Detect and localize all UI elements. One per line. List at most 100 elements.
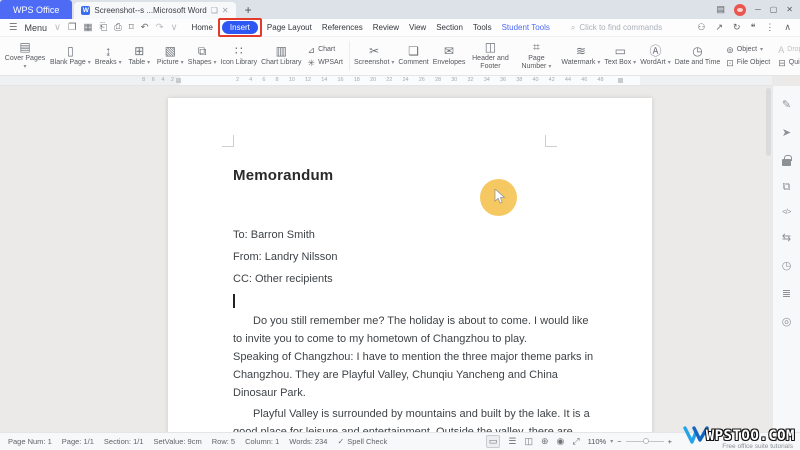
invite-user-icon[interactable]: ⚇ <box>697 22 705 33</box>
wpsart-button[interactable]: ✳WPSArt <box>308 59 343 67</box>
open-file-icon[interactable]: ❐ <box>68 22 77 33</box>
body-line: Speaking of Changzhou: I have to mention… <box>233 348 610 366</box>
code-icon[interactable]: </> <box>782 209 791 216</box>
print-icon[interactable]: ⎙ <box>114 22 122 33</box>
shapes-icon: ⧉ <box>198 45 207 58</box>
wps-office-button[interactable]: WPS Office <box>0 0 72 19</box>
zoom-level[interactable]: 110% <box>588 437 607 446</box>
icon-library-button[interactable]: ∷ Icon Library <box>219 45 260 67</box>
web-view-button[interactable]: ⊕ <box>541 436 549 447</box>
close-button[interactable]: ✕ <box>786 5 793 14</box>
comment-button[interactable]: ❏ Comment <box>396 45 430 67</box>
horizontal-ruler[interactable]: 8 6 4 2 2 4 6 8 10 12 14 16 18 20 22 24 … <box>0 76 772 86</box>
tab-student-tools[interactable]: Student Tools <box>497 21 555 34</box>
doc-tab-panel-icon[interactable]: ❏ <box>211 6 218 15</box>
wordart-icon: Ⓐ <box>649 45 661 58</box>
save-icon[interactable]: ▦ <box>84 22 93 33</box>
export-icon[interactable]: ⎗ <box>100 22 108 33</box>
screenshot-button[interactable]: ✂ Screenshot ▾ <box>352 45 396 67</box>
minimize-button[interactable]: ─ <box>755 5 761 14</box>
tab-review[interactable]: Review <box>368 21 404 34</box>
date-time-button[interactable]: ◷ Date and Time <box>673 45 723 67</box>
feedback-icon[interactable]: ❝ <box>751 22 756 33</box>
more-options-icon[interactable]: ⋮ <box>765 22 774 33</box>
command-search[interactable]: ⌕ Click to find commands <box>571 23 662 33</box>
left-indent-marker[interactable] <box>176 78 181 83</box>
page-number-button[interactable]: ⌗ Page Number ▾ <box>513 41 559 71</box>
avatar[interactable] <box>734 4 746 16</box>
object-button[interactable]: ⊚Object ▾ <box>726 46 770 54</box>
spell-check-button[interactable]: ✓ Spell Check <box>337 437 387 446</box>
body-line: Playful Valley is surrounded by mountain… <box>233 405 610 423</box>
icon-library-icon: ∷ <box>235 45 243 58</box>
profile-card-icon[interactable]: ▤ <box>717 4 726 15</box>
navigation-pane-icon[interactable]: ≣ <box>782 287 791 300</box>
document-tab[interactable]: W Screenshot--s ...Microsoft Word ❏ ✕ <box>74 2 235 19</box>
right-indent-marker[interactable] <box>618 78 623 83</box>
redo-icon[interactable]: ↷ <box>156 22 164 33</box>
zoom-slider[interactable] <box>626 441 664 442</box>
tune-icon[interactable]: ⇆ <box>782 231 791 244</box>
new-tab-button[interactable]: + <box>245 3 252 17</box>
maximize-button[interactable]: ▢ <box>770 5 778 14</box>
tab-page-layout[interactable]: Page Layout <box>262 21 317 34</box>
picture-button[interactable]: ▧ Picture ▾ <box>155 45 186 67</box>
zoom-slider-knob[interactable] <box>643 438 649 444</box>
envelopes-button[interactable]: ✉ Envelopes <box>431 45 468 67</box>
table-button[interactable]: ⊞ Table ▾ <box>124 45 155 67</box>
history-clock-icon[interactable]: ◷ <box>782 259 792 272</box>
page-view-button[interactable]: ▭ <box>486 435 501 448</box>
vertical-scrollbar[interactable] <box>766 88 771 156</box>
print-preview-icon[interactable]: ⌑ <box>129 22 134 33</box>
globe-icon[interactable]: ◎ <box>782 315 792 328</box>
zoom-out-button[interactable]: − <box>617 437 621 446</box>
watermark-button[interactable]: ≋ Watermark ▾ <box>559 45 602 67</box>
eye-protection-button[interactable]: ◉ <box>557 436 565 447</box>
tab-tools[interactable]: Tools <box>468 21 497 34</box>
stamp-icon[interactable]: ⧉ <box>783 181 791 194</box>
quick-parts-button[interactable]: ⊟Quick Parts ▾ <box>778 59 800 67</box>
tab-insert[interactable]: Insert <box>222 21 258 34</box>
undo-icon[interactable]: ↶ <box>141 22 149 33</box>
document-tab-title: Screenshot--s ...Microsoft Word <box>94 6 206 15</box>
file-object-button[interactable]: ⊡File Object <box>726 59 770 67</box>
breaks-button[interactable]: ↨ Breaks ▾ <box>93 45 124 67</box>
sync-icon[interactable]: ↻ <box>733 22 741 33</box>
share-icon[interactable]: ↗ <box>715 22 723 33</box>
menu-button[interactable]: Menu <box>25 23 48 33</box>
tab-home[interactable]: Home <box>187 21 218 34</box>
tab-view[interactable]: View <box>404 21 431 34</box>
document-page[interactable]: Memorandum To: Barron Smith From: Landry… <box>168 98 652 432</box>
status-page-num: Page Num: 1 <box>8 437 52 446</box>
cover-pages-button[interactable]: ▤ Cover Pages ▾ <box>2 41 48 71</box>
dropdown-caret-icon: ▾ <box>610 438 613 445</box>
tab-section[interactable]: Section <box>431 21 468 34</box>
select-cursor-icon[interactable]: ➤ <box>782 126 791 139</box>
collapse-ribbon-icon[interactable]: ∧ <box>784 22 791 33</box>
tab-references[interactable]: References <box>317 21 368 34</box>
zoom-in-button[interactable]: + <box>668 437 672 446</box>
menu-chevron-icon[interactable]: ∨ <box>54 22 61 33</box>
wordart-button[interactable]: Ⓐ WordArt ▾ <box>638 45 673 67</box>
blank-page-button[interactable]: ▯ Blank Page ▾ <box>48 45 93 67</box>
text-box-button[interactable]: ▭ Text Box ▾ <box>602 45 638 67</box>
search-icon: ⌕ <box>571 23 575 33</box>
hamburger-menu-icon[interactable]: ☰ <box>9 22 18 33</box>
shapes-button[interactable]: ⧉ Shapes ▾ <box>186 45 219 67</box>
header-footer-button[interactable]: ◫ Header and Footer <box>467 41 513 71</box>
edit-pen-icon[interactable]: ✎ <box>782 98 791 111</box>
outline-view-button[interactable]: ☰ <box>508 436 516 447</box>
chart-button[interactable]: ⊿Chart <box>308 46 343 54</box>
fit-page-icon[interactable]: ⤢ <box>572 436 579 447</box>
drop-cap-button: ADrop Cap <box>778 46 800 54</box>
dropdown-caret-icon: ▾ <box>668 60 671 66</box>
read-view-button[interactable]: ◫ <box>524 436 533 447</box>
dropdown-caret-icon: ▾ <box>23 64 26 70</box>
body-line: Do you still remember me? The holiday is… <box>233 312 610 330</box>
dropdown-caret-icon: ▾ <box>119 60 122 66</box>
doc-tab-close-icon[interactable]: ✕ <box>222 6 229 15</box>
dropdown-caret-icon: ▾ <box>88 60 91 66</box>
chart-library-button[interactable]: ▥ Chart Library <box>259 45 303 67</box>
lock-icon[interactable] <box>782 159 791 166</box>
quickbar-more-icon[interactable]: ∨ <box>171 22 178 33</box>
